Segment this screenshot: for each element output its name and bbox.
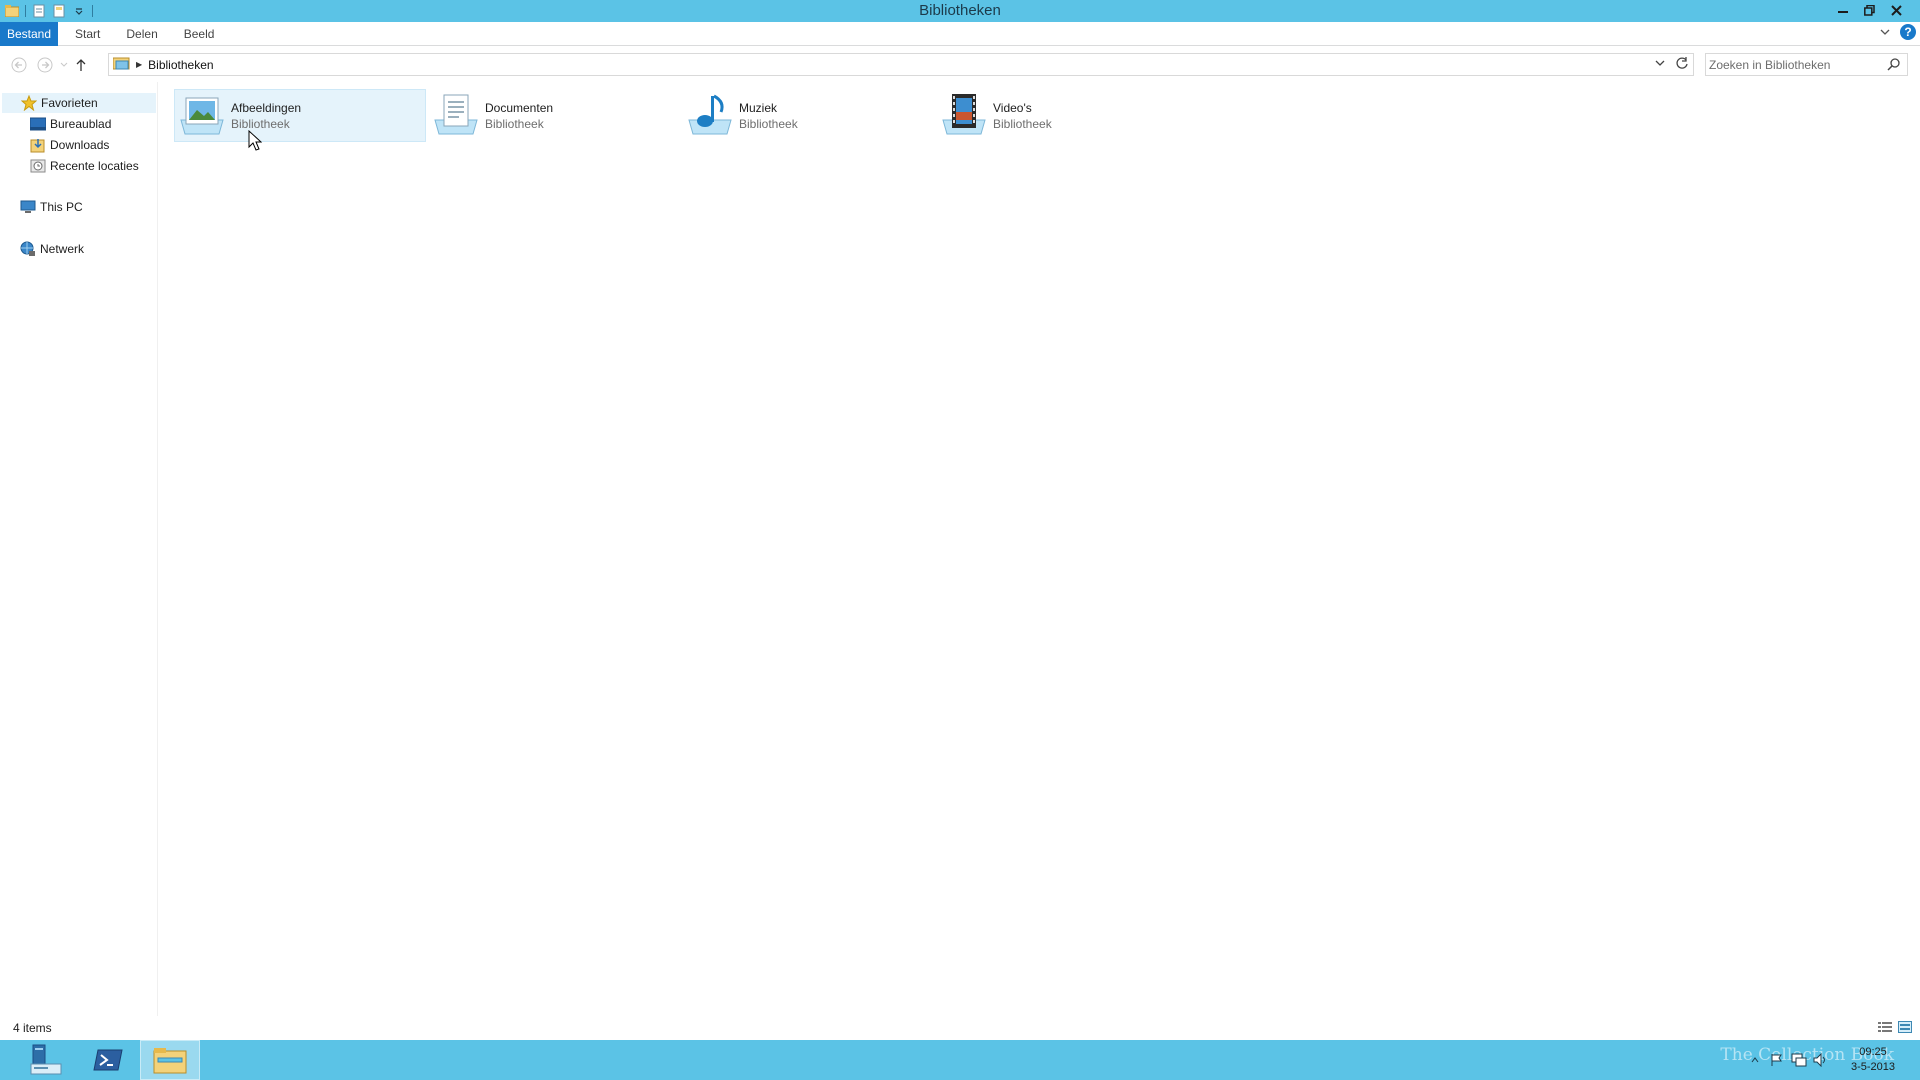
address-history-chevron-icon[interactable] <box>1655 56 1665 73</box>
nav-downloads-label: Downloads <box>50 138 110 152</box>
title-bar: Bibliotheken <box>0 0 1920 22</box>
computer-icon <box>19 199 36 216</box>
star-icon <box>20 95 37 112</box>
show-desktop-button[interactable] <box>1910 1040 1920 1080</box>
libraries-icon <box>112 56 131 73</box>
recent-locations-chevron-icon[interactable] <box>58 53 70 77</box>
tab-bestand[interactable]: Bestand <box>0 21 59 46</box>
network-status-icon[interactable] <box>1788 1053 1810 1067</box>
library-name: Documenten <box>485 100 554 115</box>
view-switcher <box>1878 1021 1912 1036</box>
close-button[interactable] <box>1883 0 1910 20</box>
documents-library-icon <box>430 91 482 141</box>
system-tray: 09:25 3-5-2013 <box>1744 1040 1920 1080</box>
pictures-library-icon <box>176 91 228 141</box>
tab-delen[interactable]: Delen <box>113 22 170 46</box>
taskbar: The Collection Book 09:25 3-5-2013 <box>0 1040 1920 1080</box>
library-tile-documenten[interactable]: Documenten Bibliotheek <box>428 89 680 142</box>
show-hidden-icons-icon[interactable] <box>1744 1057 1766 1063</box>
library-tile-videos[interactable]: Video's Bibliotheek <box>936 89 1188 142</box>
library-type: Bibliotheek <box>231 116 290 131</box>
search-input[interactable] <box>1709 54 1884 75</box>
nav-favorieten[interactable]: Favorieten <box>2 93 156 113</box>
powershell-button[interactable] <box>78 1040 138 1080</box>
library-type: Bibliotheek <box>739 116 798 131</box>
nav-favorieten-label: Favorieten <box>41 96 98 110</box>
search-icon[interactable] <box>1887 57 1901 74</box>
help-icon[interactable]: ? <box>1900 24 1916 40</box>
recent-locations-icon <box>29 158 46 175</box>
ribbon-right-controls: ? <box>1880 24 1916 40</box>
library-type: Bibliotheek <box>993 116 1052 131</box>
forward-button[interactable] <box>32 53 58 77</box>
library-type: Bibliotheek <box>485 116 544 131</box>
refresh-icon[interactable] <box>1675 56 1689 73</box>
desktop-icon <box>29 116 46 133</box>
nav-netwerk[interactable]: Netwerk <box>19 239 84 259</box>
nav-bureaublad[interactable]: Bureaublad <box>29 114 111 134</box>
nav-this-pc-label: This PC <box>40 200 83 214</box>
library-name: Afbeeldingen <box>231 100 302 115</box>
tab-beeld[interactable]: Beeld <box>171 22 228 46</box>
nav-this-pc[interactable]: This PC <box>19 197 83 217</box>
window-controls <box>1829 0 1910 20</box>
downloads-icon <box>29 137 46 154</box>
status-bar: 4 items <box>0 1016 1920 1040</box>
breadcrumb-bibliotheken[interactable]: Bibliotheken <box>148 58 213 72</box>
file-explorer-button[interactable] <box>140 1040 200 1080</box>
library-tile-muziek[interactable]: Muziek Bibliotheek <box>682 89 934 142</box>
restore-button[interactable] <box>1856 0 1883 20</box>
nav-recente-locaties[interactable]: Recente locaties <box>29 156 139 176</box>
network-icon <box>19 241 36 258</box>
clock-date: 3-5-2013 <box>1850 1061 1896 1073</box>
back-button[interactable] <box>6 53 32 77</box>
libraries-view: Afbeeldingen Bibliotheek Documenten Bibl… <box>160 82 1920 1016</box>
window-title: Bibliotheken <box>919 2 1001 19</box>
nav-netwerk-label: Netwerk <box>40 242 85 256</box>
tiles-view-icon[interactable] <box>1898 1021 1912 1036</box>
nav-recente-locaties-label: Recente locaties <box>50 159 139 173</box>
nav-downloads[interactable]: Downloads <box>29 135 109 155</box>
mouse-pointer-icon <box>248 129 263 155</box>
search-box <box>1705 53 1908 76</box>
address-controls <box>1655 56 1689 73</box>
minimize-button[interactable] <box>1829 0 1856 20</box>
details-view-icon[interactable] <box>1878 1021 1892 1036</box>
server-manager-button[interactable] <box>16 1040 76 1080</box>
clock-time: 09:25 <box>1859 1046 1887 1058</box>
address-bar[interactable]: ▶ Bibliotheken <box>108 53 1694 76</box>
tab-start[interactable]: Start <box>62 22 113 46</box>
music-library-icon <box>684 91 736 141</box>
ribbon-tabs: Bestand Start Delen Beeld ? <box>0 21 1920 46</box>
nav-bureaublad-label: Bureaublad <box>50 117 112 131</box>
item-count: 4 items <box>13 1021 52 1035</box>
action-center-flag-icon[interactable] <box>1766 1053 1788 1067</box>
address-row: ▶ Bibliotheken <box>0 47 1920 82</box>
library-name: Muziek <box>739 100 778 115</box>
breadcrumb-chevron-icon[interactable]: ▶ <box>136 60 142 69</box>
videos-library-icon <box>938 91 990 141</box>
volume-icon[interactable] <box>1810 1053 1832 1067</box>
navigation-pane: Favorieten Bureaublad Downloads Recente … <box>0 82 158 1016</box>
up-button[interactable] <box>70 53 92 77</box>
library-name: Video's <box>993 100 1032 115</box>
clock[interactable]: 09:25 3-5-2013 <box>1836 1045 1910 1075</box>
library-tile-afbeeldingen[interactable]: Afbeeldingen Bibliotheek <box>174 89 426 142</box>
expand-ribbon-chevron-icon[interactable] <box>1880 25 1890 39</box>
